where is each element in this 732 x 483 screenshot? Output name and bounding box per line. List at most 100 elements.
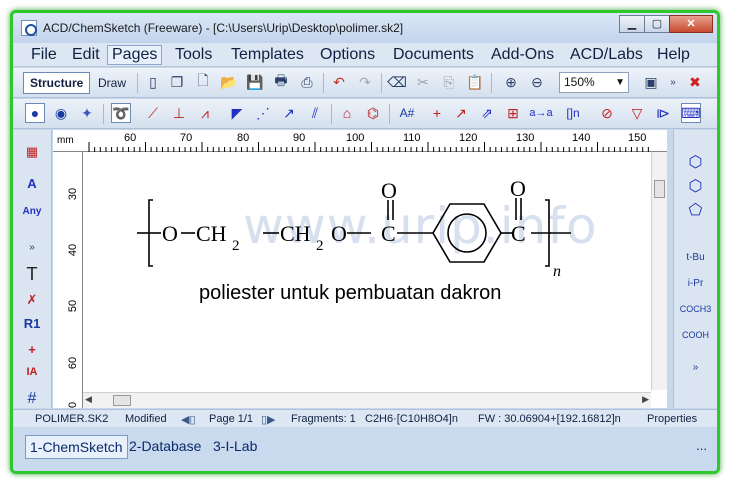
no-structure-icon[interactable]: ⊘ [597,103,617,123]
atom-mapping-icon[interactable]: a→a [527,103,555,123]
zoom-value: 150% [564,75,595,89]
tab-i-lab[interactable]: 3-I-Lab [209,435,261,459]
menu-documents[interactable]: Documents [391,46,476,64]
atom-a-icon[interactable]: A [13,176,51,191]
menu-pages[interactable]: Pages [107,45,163,65]
menu-help[interactable]: Help [655,46,692,64]
properties-button[interactable]: Properties [647,413,697,425]
close-button[interactable]: ✕ [669,15,713,33]
double-bond-icon[interactable]: ⫽ [305,103,325,123]
structure-mode-button[interactable]: Structure [23,72,91,94]
tab-database[interactable]: 2-Database [125,435,205,459]
carbonyl-oxygen: O [381,178,397,203]
flip-icon[interactable]: ▽ [627,103,647,123]
print-icon[interactable]: 🖶 [271,72,291,92]
eraser-icon[interactable]: ⌫ [387,72,407,92]
page-nav-icon[interactable]: ◀▯ [181,413,196,426]
periodic-table-icon[interactable]: ▦ [13,144,51,160]
rotate-3d-icon[interactable]: ◉ [51,103,71,123]
scroll-thumb[interactable] [654,180,665,198]
bond-branch-icon[interactable]: ⊥ [169,103,189,123]
horizontal-scrollbar[interactable]: ◀ ▶ [83,392,651,408]
plus-charge-icon[interactable]: + [427,103,447,123]
chain-icon[interactable]: ⩘ [195,103,215,123]
scroll-right-icon[interactable]: ▶ [642,394,649,405]
status-filename: POLIMER.SK2 [35,413,109,425]
reaction-arrow-icon[interactable]: ↗ [451,103,471,123]
ruler-tick: 60 [67,356,80,370]
cyclopentane-icon[interactable]: ⬠ [674,200,717,220]
paste-icon[interactable]: 📋 [465,72,485,92]
single-bond-chain-icon[interactable]: ⟋ [143,103,163,123]
explicit-hydrogen-icon[interactable]: ⇗ [477,103,497,123]
tab-chemsketch[interactable]: 1-ChemSketch [25,435,128,459]
app-icon[interactable] [21,20,37,36]
ruler-tick: 50 [67,299,80,313]
carboxyl-icon[interactable]: COOH [674,330,717,340]
delete-atom-icon[interactable]: ✗ [13,292,51,308]
menu-acd-labs[interactable]: ACD/Labs [568,46,645,64]
select-atom-icon[interactable]: ● [25,103,45,123]
cyclohexane-icon[interactable]: ⬡ [674,176,717,196]
redo-icon[interactable]: ↷ [355,72,375,92]
hash-bond-icon[interactable]: ⋰ [253,103,273,123]
pdf-export-icon[interactable]: ⎙ [297,72,317,92]
isopropyl-icon[interactable]: i-Pr [674,278,717,289]
menu-file[interactable]: File [29,46,59,64]
zoom-out-icon[interactable]: ⊖ [527,72,547,92]
new-page-icon[interactable]: ▯ [143,72,163,92]
zoom-select[interactable]: 150% ▼ [559,72,629,93]
text-tool-icon[interactable]: T [13,264,51,285]
charge-icon[interactable]: + [13,342,51,357]
stereo-ring-icon[interactable]: ⌬ [363,103,383,123]
draw-mode-button[interactable]: Draw [91,72,133,94]
wedge-bond-icon[interactable]: ◤ [227,103,247,123]
drawing-page[interactable]: www.urip.info O CH 2 CH 2 O C O C O n po… [83,152,651,392]
bracket-n-icon[interactable]: []n [561,103,585,123]
bond-arrow-icon[interactable]: ↗ [279,103,299,123]
copy-page-icon[interactable]: ❐ [167,72,187,92]
calculate-icon[interactable]: ⊞ [503,103,523,123]
menu-edit[interactable]: Edit [70,46,102,64]
menu-add-ons[interactable]: Add-Ons [489,46,556,64]
toolbar-overflow-icon[interactable]: » [663,72,683,92]
maximize-button[interactable]: ▢ [644,15,670,33]
new-document-icon[interactable]: 🗋 [193,72,213,92]
open-folder-icon[interactable]: 📂 [219,72,239,92]
isotope-icon[interactable]: IA [13,366,51,378]
page-nav-icon[interactable]: ▯▶ [261,413,276,426]
cut-icon[interactable]: ✂ [413,72,433,92]
scroll-thumb[interactable] [113,395,131,406]
any-atom-icon[interactable]: Any [13,206,51,217]
ring-bond-icon[interactable]: ⌂ [337,103,357,123]
benzene-template-icon[interactable]: ⬡ [674,152,717,172]
menu-options[interactable]: Options [318,46,377,64]
menu-templates[interactable]: Templates [229,46,306,64]
clean-structure-icon[interactable]: ✦ [77,103,97,123]
undo-icon[interactable]: ↶ [329,72,349,92]
template-window-icon[interactable]: ▣ [641,72,661,92]
lasso-icon[interactable]: ➰ [111,103,131,123]
acetyl-icon[interactable]: COCH3 [674,304,717,314]
panel-expand-icon[interactable]: » [13,242,51,253]
minimize-button[interactable]: ▁ [619,15,645,33]
copy-icon[interactable]: ⎘ [439,72,459,92]
drawing-canvas[interactable]: mm 60 70 80 90 100 110 120 130 140 150 3… [53,130,667,408]
r-group-icon[interactable]: R1 [13,316,51,331]
menu-tools[interactable]: Tools [173,46,214,64]
zoom-in-icon[interactable]: ⊕ [501,72,521,92]
template-icon[interactable]: ⌨ [681,103,701,123]
close-document-icon[interactable]: ✖ [685,72,705,92]
caption-text[interactable]: poliester untuk pembuatan dakron [199,282,501,305]
panel-expand-icon[interactable]: » [674,362,717,373]
atom-numbering-icon[interactable]: A# [397,103,417,123]
mirror-icon[interactable]: ⧐ [653,103,673,123]
tab-more-button[interactable]: ... [696,438,707,453]
save-icon[interactable]: 💾 [245,72,265,92]
title-bar[interactable]: ACD/ChemSketch (Freeware) - [C:\Users\Ur… [13,13,717,43]
vertical-scrollbar[interactable] [651,152,667,390]
numbering-icon[interactable]: # [13,390,51,408]
polyester-structure[interactable]: O CH 2 CH 2 O C O C O n [83,152,651,282]
tert-butyl-icon[interactable]: t-Bu [674,252,717,263]
scroll-left-icon[interactable]: ◀ [85,394,92,405]
